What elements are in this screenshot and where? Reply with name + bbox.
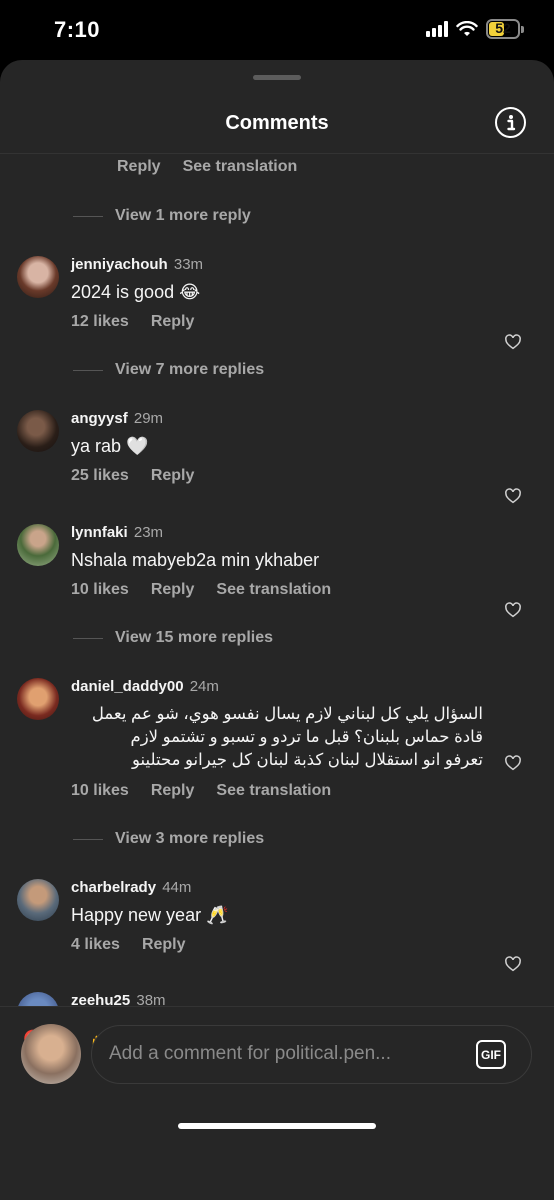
comment-time: 29m: [133, 410, 164, 427]
gif-icon: GIF: [481, 1047, 501, 1062]
avatar[interactable]: [17, 879, 59, 921]
reply-button[interactable]: Reply: [142, 936, 186, 954]
comment-text-line: تعرفو انو استقلال لبنان كذبة لبنان كل جي…: [132, 751, 483, 769]
avatar[interactable]: [17, 410, 59, 452]
comment-username[interactable]: daniel_daddy00: [71, 678, 184, 695]
info-button[interactable]: [495, 107, 526, 138]
gif-button[interactable]: GIF: [476, 1040, 506, 1069]
comment-header: zeehu25 38m: [71, 992, 166, 1006]
comment-time: 44m: [162, 879, 192, 896]
reply-button[interactable]: Reply: [117, 158, 161, 176]
heart-outline-icon[interactable]: [504, 601, 522, 619]
reply-button[interactable]: Reply: [151, 467, 195, 485]
comment-time: 38m: [136, 992, 166, 1006]
reply-button[interactable]: Reply: [151, 782, 195, 800]
likes-count[interactable]: 4 likes: [71, 936, 120, 954]
avatar[interactable]: [17, 678, 59, 720]
avatar[interactable]: [17, 992, 59, 1006]
view-replies-button[interactable]: View 7 more replies: [73, 361, 264, 379]
avatar[interactable]: [17, 256, 59, 298]
cellular-signal-icon: [426, 21, 448, 37]
comment-actions: 25 likes Reply: [71, 467, 216, 485]
comment-text: Happy new year 🥂: [71, 905, 229, 925]
status-time: 7:10: [54, 17, 101, 42]
comment-list[interactable]: Reply See translation View 1 more reply …: [0, 154, 554, 1006]
heart-outline-icon[interactable]: [504, 487, 522, 505]
comment-header: angyysf 29m: [71, 410, 163, 427]
reply-button[interactable]: Reply: [151, 313, 195, 331]
comment-time: 33m: [173, 256, 204, 273]
view-replies-button[interactable]: View 3 more replies: [73, 830, 264, 848]
comment-username[interactable]: zeehu25: [71, 992, 130, 1006]
comment-username[interactable]: charbelrady: [71, 879, 156, 896]
comment-input[interactable]: Add a comment for political.pen... GIF: [91, 1025, 532, 1084]
comment-header: lynnfaki 23m: [71, 524, 163, 541]
comment-username[interactable]: lynnfaki: [71, 524, 128, 541]
comment-input-placeholder: Add a comment for political.pen...: [109, 1043, 391, 1064]
see-translation-button[interactable]: See translation: [216, 782, 331, 800]
likes-count[interactable]: 25 likes: [71, 467, 129, 485]
composer-avatar: [21, 1024, 81, 1084]
comment-actions: 12 likes Reply: [71, 313, 216, 331]
partial-comment-actions: Reply See translation: [117, 158, 554, 176]
comment-text: ya rab 🤍: [71, 436, 149, 456]
comment-header: charbelrady 44m: [71, 879, 191, 896]
sheet-title: Comments: [225, 112, 329, 134]
comment-actions: 10 likes Reply See translation: [71, 581, 353, 599]
reply-button[interactable]: Reply: [151, 581, 195, 599]
likes-count[interactable]: 10 likes: [71, 581, 129, 599]
battery-icon: 52: [486, 19, 524, 39]
comment-text-line: السؤال يلي كل لبناني لازم يسال نفسو هوي،…: [91, 705, 483, 723]
sheet-grabber[interactable]: [253, 75, 301, 80]
reaction-bar-divider: [0, 1006, 554, 1007]
comment-actions: 4 likes Reply: [71, 936, 208, 954]
comment-text: السؤال يلي كل لبناني لازم يسال نفسو هوي،…: [71, 703, 483, 772]
heart-outline-icon[interactable]: [504, 754, 522, 772]
comment-actions: 10 likes Reply See translation: [71, 782, 353, 800]
battery-level: 52: [495, 20, 511, 36]
comment-username[interactable]: jenniyachouh: [71, 256, 168, 273]
heart-outline-icon[interactable]: [504, 955, 522, 973]
status-icons: 52: [426, 19, 524, 39]
comment-text: Nshala mabyeb2a min ykhaber: [71, 550, 320, 570]
heart-outline-icon[interactable]: [504, 333, 522, 351]
view-replies-button[interactable]: View 1 more reply: [73, 207, 251, 225]
wifi-icon: [456, 21, 478, 36]
comment-text: 2024 is good 😂: [71, 282, 201, 302]
home-indicator[interactable]: [178, 1123, 376, 1129]
view-replies-button[interactable]: View 15 more replies: [73, 629, 273, 647]
avatar[interactable]: [17, 524, 59, 566]
comment-header: daniel_daddy00 24m: [71, 678, 219, 695]
likes-count[interactable]: 10 likes: [71, 782, 129, 800]
comment-time: 24m: [189, 678, 219, 695]
status-bar: 7:10 52: [0, 0, 554, 60]
comment-time: 23m: [133, 524, 164, 541]
comments-sheet: Comments Reply See translation View 1 mo…: [0, 60, 554, 1200]
info-icon: [506, 114, 515, 130]
likes-count[interactable]: 12 likes: [71, 313, 129, 331]
see-translation-button[interactable]: See translation: [183, 158, 298, 176]
see-translation-button[interactable]: See translation: [216, 581, 331, 599]
comment-text-line: قادة حماس بلبنان؟ قبل ما تردو و تسبو و ت…: [130, 728, 483, 746]
comment-username[interactable]: angyysf: [71, 410, 128, 427]
comment-header: jenniyachouh 33m: [71, 256, 203, 273]
